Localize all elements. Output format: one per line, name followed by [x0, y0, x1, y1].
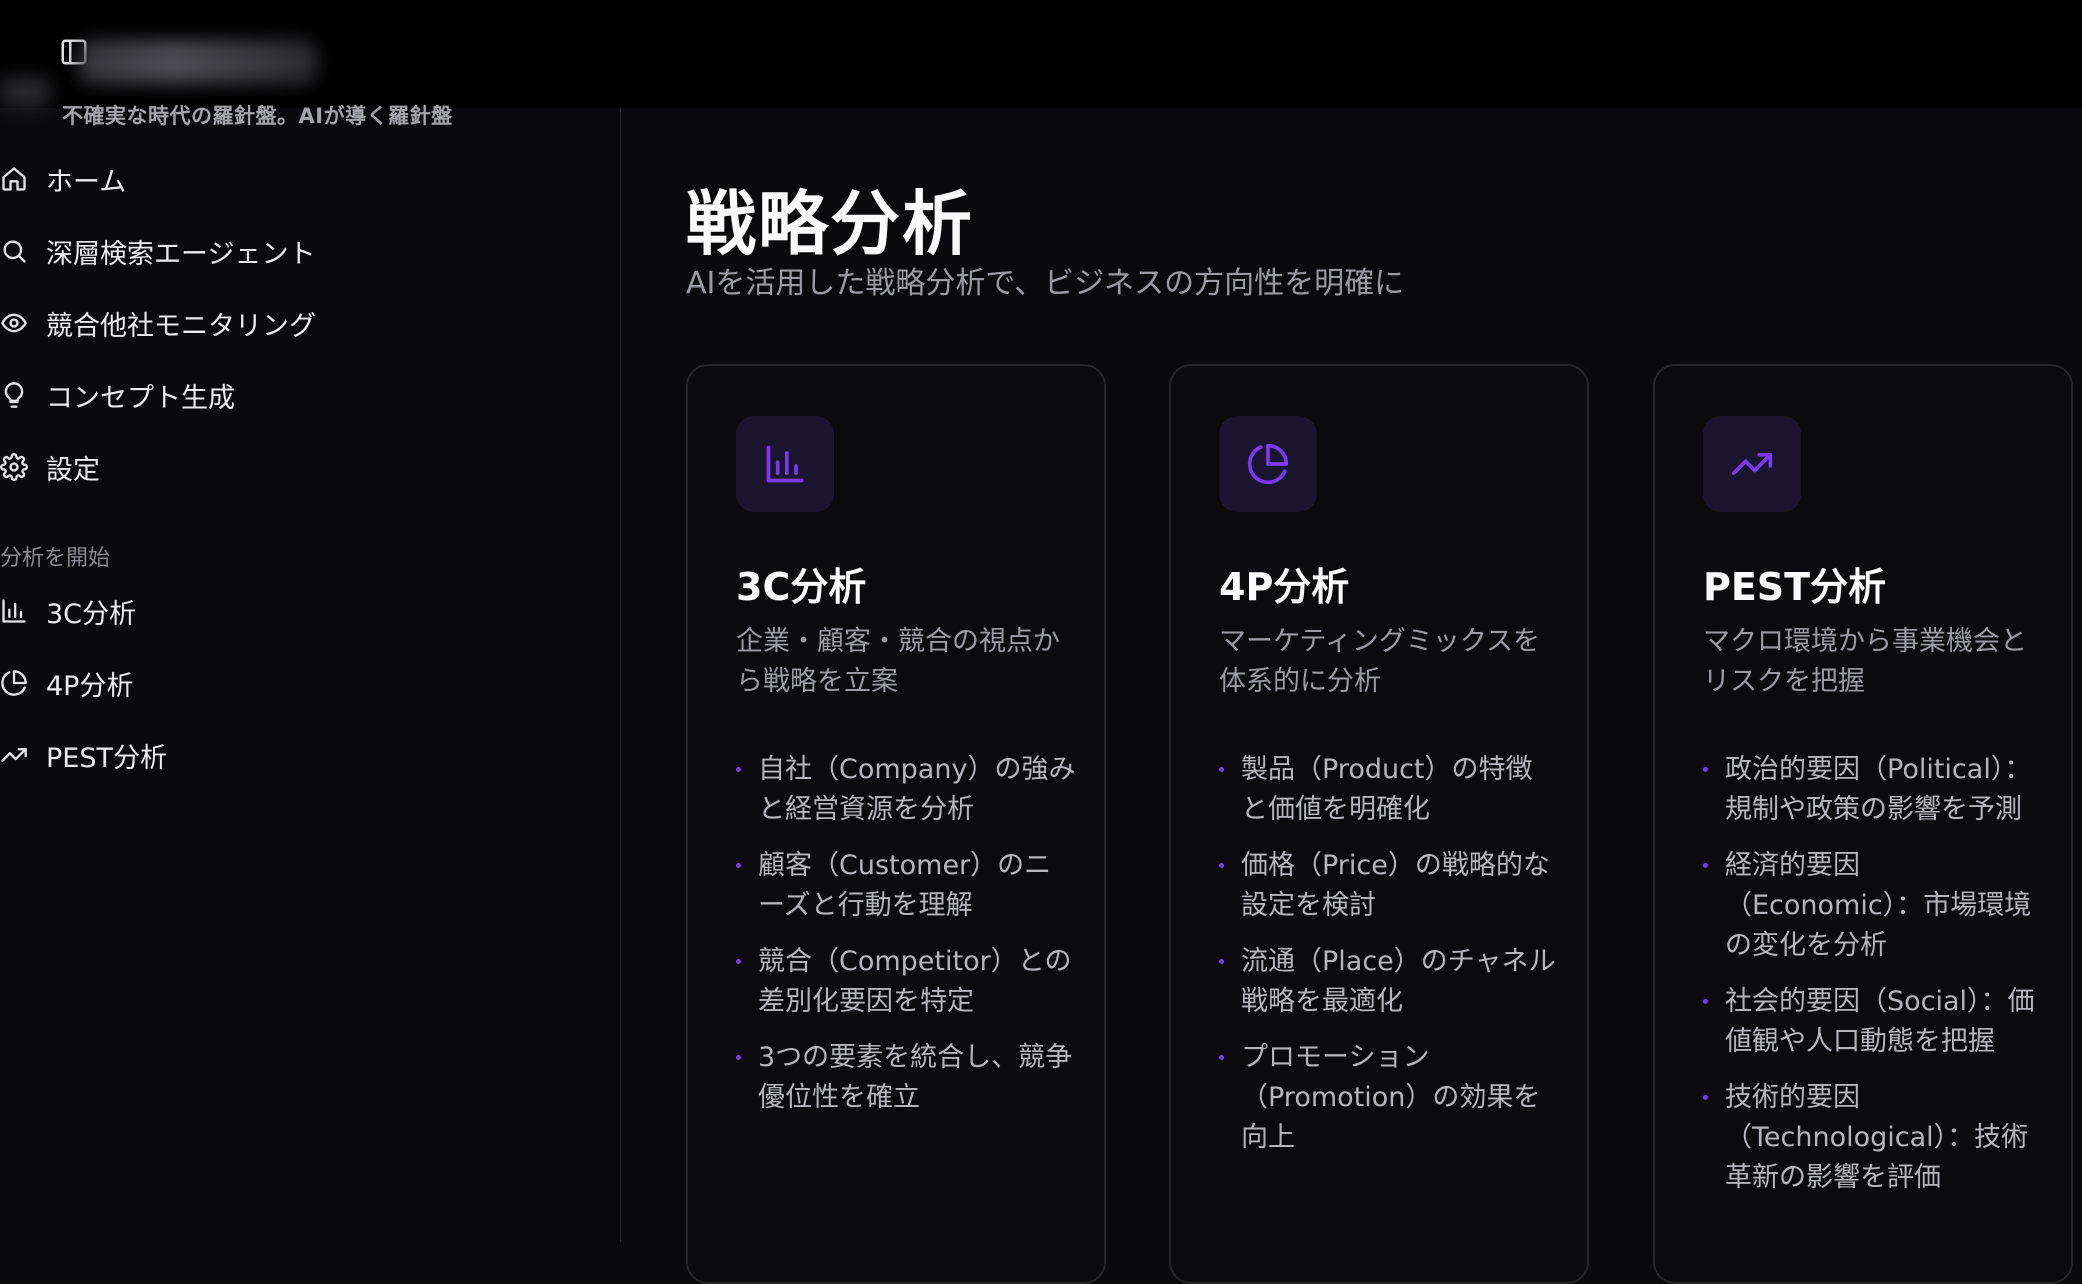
card-title: 3C分析	[736, 565, 867, 609]
card-title: 4P分析	[1219, 565, 1350, 609]
nav-item-label: 競合他社モニタリング	[46, 310, 316, 342]
card-description: マーケティングミックスを体系的に分析	[1219, 626, 1541, 697]
search-icon	[3, 240, 26, 263]
nav-item-label: 深層検索エージェント	[46, 238, 316, 270]
card-point: 製品（Product）の特徴と価値を明確化	[1219, 750, 1559, 830]
app-logo-blurred	[78, 40, 318, 84]
page-subtitle: AIを活用した戦略分析で、ビジネスの方向性を明確に	[686, 266, 1405, 301]
nav-item-deep-search[interactable]: 深層検索エージェント	[0, 226, 315, 276]
app-tagline: 不確実な時代の羅針盤。AIが導く羅針盤	[62, 104, 453, 128]
card-description: 企業・顧客・競合の視点から戦略を立案	[736, 626, 1060, 697]
pie-chart-icon	[1, 670, 27, 696]
card-point: 政治的要因（Political）：規制や政策の影響を予測	[1703, 750, 2043, 830]
card-points: 製品（Product）の特徴と価値を明確化 価格（Price）の戦略的な設定を検…	[1219, 750, 1559, 1174]
nav-item-label: 3C分析	[46, 598, 137, 630]
card-icon-box	[1703, 416, 1801, 512]
nav-item-label: 設定	[46, 454, 100, 486]
analysis-card-pest[interactable]: PEST分析 マクロ環境から事業機会とリスクを把握 政治的要因（Politica…	[1653, 364, 2073, 1284]
card-point: プロモーション（Promotion）の効果を向上	[1219, 1038, 1559, 1158]
analysis-card-3c[interactable]: 3C分析 企業・顧客・競合の視点から戦略を立案 自社（Company）の強みと経…	[686, 364, 1106, 1284]
card-point: 自社（Company）の強みと経営資源を分析	[736, 750, 1076, 830]
card-icon-box	[736, 416, 834, 512]
trending-up-icon	[1731, 453, 1773, 475]
nav-item-label: コンセプト生成	[46, 382, 235, 414]
sidebar-divider	[620, 108, 621, 1242]
card-title: PEST分析	[1703, 565, 1887, 609]
nav-item-pest-analysis[interactable]: PEST分析	[0, 730, 167, 780]
home-icon	[2, 167, 26, 191]
bar-chart-icon	[766, 445, 804, 483]
card-point: 顧客（Customer）のニーズと行動を理解	[736, 846, 1076, 926]
analysis-card-4p[interactable]: 4P分析 マーケティングミックスを体系的に分析 製品（Product）の特徴と価…	[1169, 364, 1589, 1284]
card-point: 経済的要因（Economic）：市場環境の変化を分析	[1703, 846, 2043, 966]
nav-item-concept-generation[interactable]: コンセプト生成	[0, 370, 235, 420]
card-point: 流通（Place）のチャネル戦略を最適化	[1219, 942, 1559, 1022]
card-point: 価格（Price）の戦略的な設定を検討	[1219, 846, 1559, 926]
top-bar	[0, 0, 2082, 108]
trending-up-icon	[1, 748, 27, 762]
nav-item-4p-analysis[interactable]: 4P分析	[0, 658, 133, 708]
nav-item-label: PEST分析	[46, 742, 167, 774]
card-point: 社会的要因（Social）：価値観や人口動態を把握	[1703, 982, 2043, 1062]
card-points: 政治的要因（Political）：規制や政策の影響を予測 経済的要因（Econo…	[1703, 750, 2043, 1214]
analysis-section-label: 分析を開始	[0, 546, 111, 571]
card-points: 自社（Company）の強みと経営資源を分析 顧客（Customer）のニーズと…	[736, 750, 1076, 1134]
pie-chart-icon	[1247, 443, 1289, 485]
card-point: 競合（Competitor）との差別化要因を特定	[736, 942, 1076, 1022]
nav-item-label: 4P分析	[46, 670, 134, 702]
lightbulb-icon	[4, 382, 24, 408]
card-point: 技術的要因（Technological）：技術革新の影響を評価	[1703, 1078, 2043, 1198]
gear-icon	[0, 453, 28, 481]
card-icon-box	[1219, 416, 1317, 512]
page-title: 戦略分析	[686, 183, 974, 265]
card-description: マクロ環境から事業機会とリスクを把握	[1703, 626, 2027, 697]
bar-chart-icon	[2, 599, 26, 623]
nav-item-3c-analysis[interactable]: 3C分析	[0, 586, 136, 636]
card-point: 3つの要素を統合し、競争優位性を確立	[736, 1038, 1076, 1118]
app-logo-blurred-mark	[0, 78, 50, 106]
nav-item-label: ホーム	[46, 166, 127, 198]
nav-item-home[interactable]: ホーム	[0, 154, 126, 204]
nav-item-settings[interactable]: 設定	[0, 442, 100, 492]
nav-item-competitor-monitoring[interactable]: 競合他社モニタリング	[0, 298, 316, 348]
eye-icon	[1, 313, 27, 333]
